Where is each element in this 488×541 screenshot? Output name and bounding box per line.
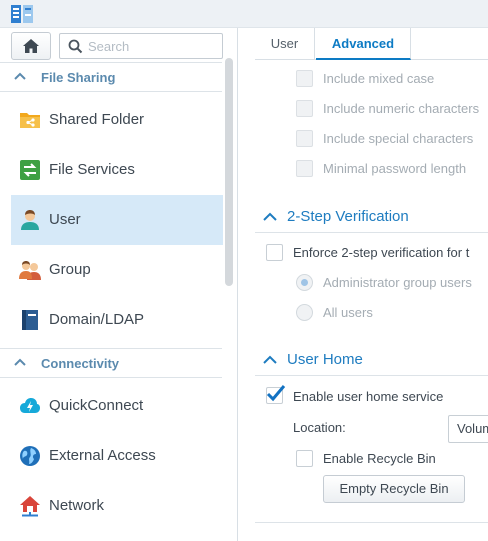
enable-recycle-bin-label: Enable Recycle Bin (323, 451, 436, 466)
numeric-checkbox[interactable] (296, 100, 313, 117)
sidebar-item-quickconnect[interactable]: QuickConnect (11, 381, 223, 431)
domain-ldap-icon (22, 310, 38, 330)
location-label: Location: (293, 420, 346, 435)
location-select[interactable]: Volum (448, 415, 488, 443)
section-connectivity[interactable]: Connectivity (0, 348, 222, 378)
section-file-sharing[interactable]: File Sharing (0, 62, 222, 92)
sidebar-item-label: Group (49, 261, 91, 278)
divider (255, 522, 488, 523)
sidebar-item-shared-folder[interactable]: Shared Folder (11, 95, 223, 145)
all-users-radio[interactable] (296, 304, 313, 321)
divider (255, 375, 488, 376)
main-panel: User Advanced Include mixed case Include… (239, 28, 488, 541)
enable-recycle-bin-checkbox[interactable] (296, 450, 313, 467)
control-panel-app-icon (11, 5, 33, 23)
enforce-2step-label: Enforce 2-step verification for t (293, 245, 470, 260)
sidebar-item-label: Shared Folder (49, 111, 145, 128)
tab-bar: User Advanced (255, 28, 488, 60)
chevron-up-icon (14, 72, 26, 80)
section-label: File Sharing (41, 70, 116, 85)
tab-advanced[interactable]: Advanced (316, 28, 411, 60)
chevron-up-icon (263, 212, 277, 221)
mixed-case-checkbox[interactable] (296, 70, 313, 87)
sidebar-scrollbar[interactable] (225, 58, 233, 286)
quickconnect-icon (20, 398, 40, 413)
enforce-2step-checkbox[interactable] (266, 244, 283, 261)
enable-user-home-label: Enable user home service (293, 389, 444, 404)
enable-user-home-checkbox[interactable] (266, 385, 286, 404)
section-label: Connectivity (41, 356, 120, 371)
search-icon (68, 39, 83, 54)
sidebar-item-user[interactable]: User (11, 195, 223, 245)
sidebar-item-label: File Services (49, 161, 135, 178)
mixed-case-label: Include mixed case (323, 71, 435, 86)
sidebar: File Sharing Shared Folder File Services… (0, 28, 238, 541)
chevron-up-icon (14, 358, 26, 366)
user-icon (21, 210, 39, 230)
numeric-label: Include numeric characters (323, 101, 480, 116)
section-title: User Home (287, 351, 363, 368)
sidebar-item-label: QuickConnect (49, 397, 144, 414)
all-users-label: All users (323, 305, 373, 320)
section-title: 2-Step Verification (287, 208, 409, 225)
file-services-icon (20, 160, 40, 180)
sidebar-item-label: User (49, 211, 81, 228)
checkmark-icon (266, 385, 286, 402)
sidebar-item-file-services[interactable]: File Services (11, 145, 223, 195)
title-bar (0, 0, 488, 28)
search-input[interactable] (88, 37, 218, 55)
sidebar-item-label: External Access (49, 447, 156, 464)
tab-user[interactable]: User (255, 28, 315, 60)
empty-recycle-bin-button[interactable]: Empty Recycle Bin (323, 475, 465, 503)
sidebar-item-label: Network (49, 497, 105, 514)
sidebar-item-network[interactable]: Network (11, 481, 223, 531)
sidebar-item-group[interactable]: Group (11, 245, 223, 295)
special-chars-checkbox[interactable] (296, 130, 313, 147)
chevron-up-icon (263, 355, 277, 364)
group-icon (19, 261, 41, 280)
admin-group-label: Administrator group users (323, 275, 472, 290)
sidebar-item-label: Domain/LDAP (49, 311, 145, 328)
shared-folder-icon (20, 113, 40, 128)
sidebar-item-external-access[interactable]: External Access (11, 431, 223, 481)
globe-icon (20, 446, 40, 466)
min-length-checkbox[interactable] (296, 160, 313, 177)
divider (255, 232, 488, 233)
home-icon (23, 39, 39, 53)
min-length-label: Minimal password length (323, 161, 467, 176)
admin-group-radio[interactable] (296, 274, 313, 291)
search-box[interactable] (59, 33, 223, 59)
special-chars-label: Include special characters (323, 131, 474, 146)
home-button[interactable] (11, 32, 51, 60)
network-icon (20, 496, 40, 517)
sidebar-item-domain-ldap[interactable]: Domain/LDAP (11, 295, 223, 345)
